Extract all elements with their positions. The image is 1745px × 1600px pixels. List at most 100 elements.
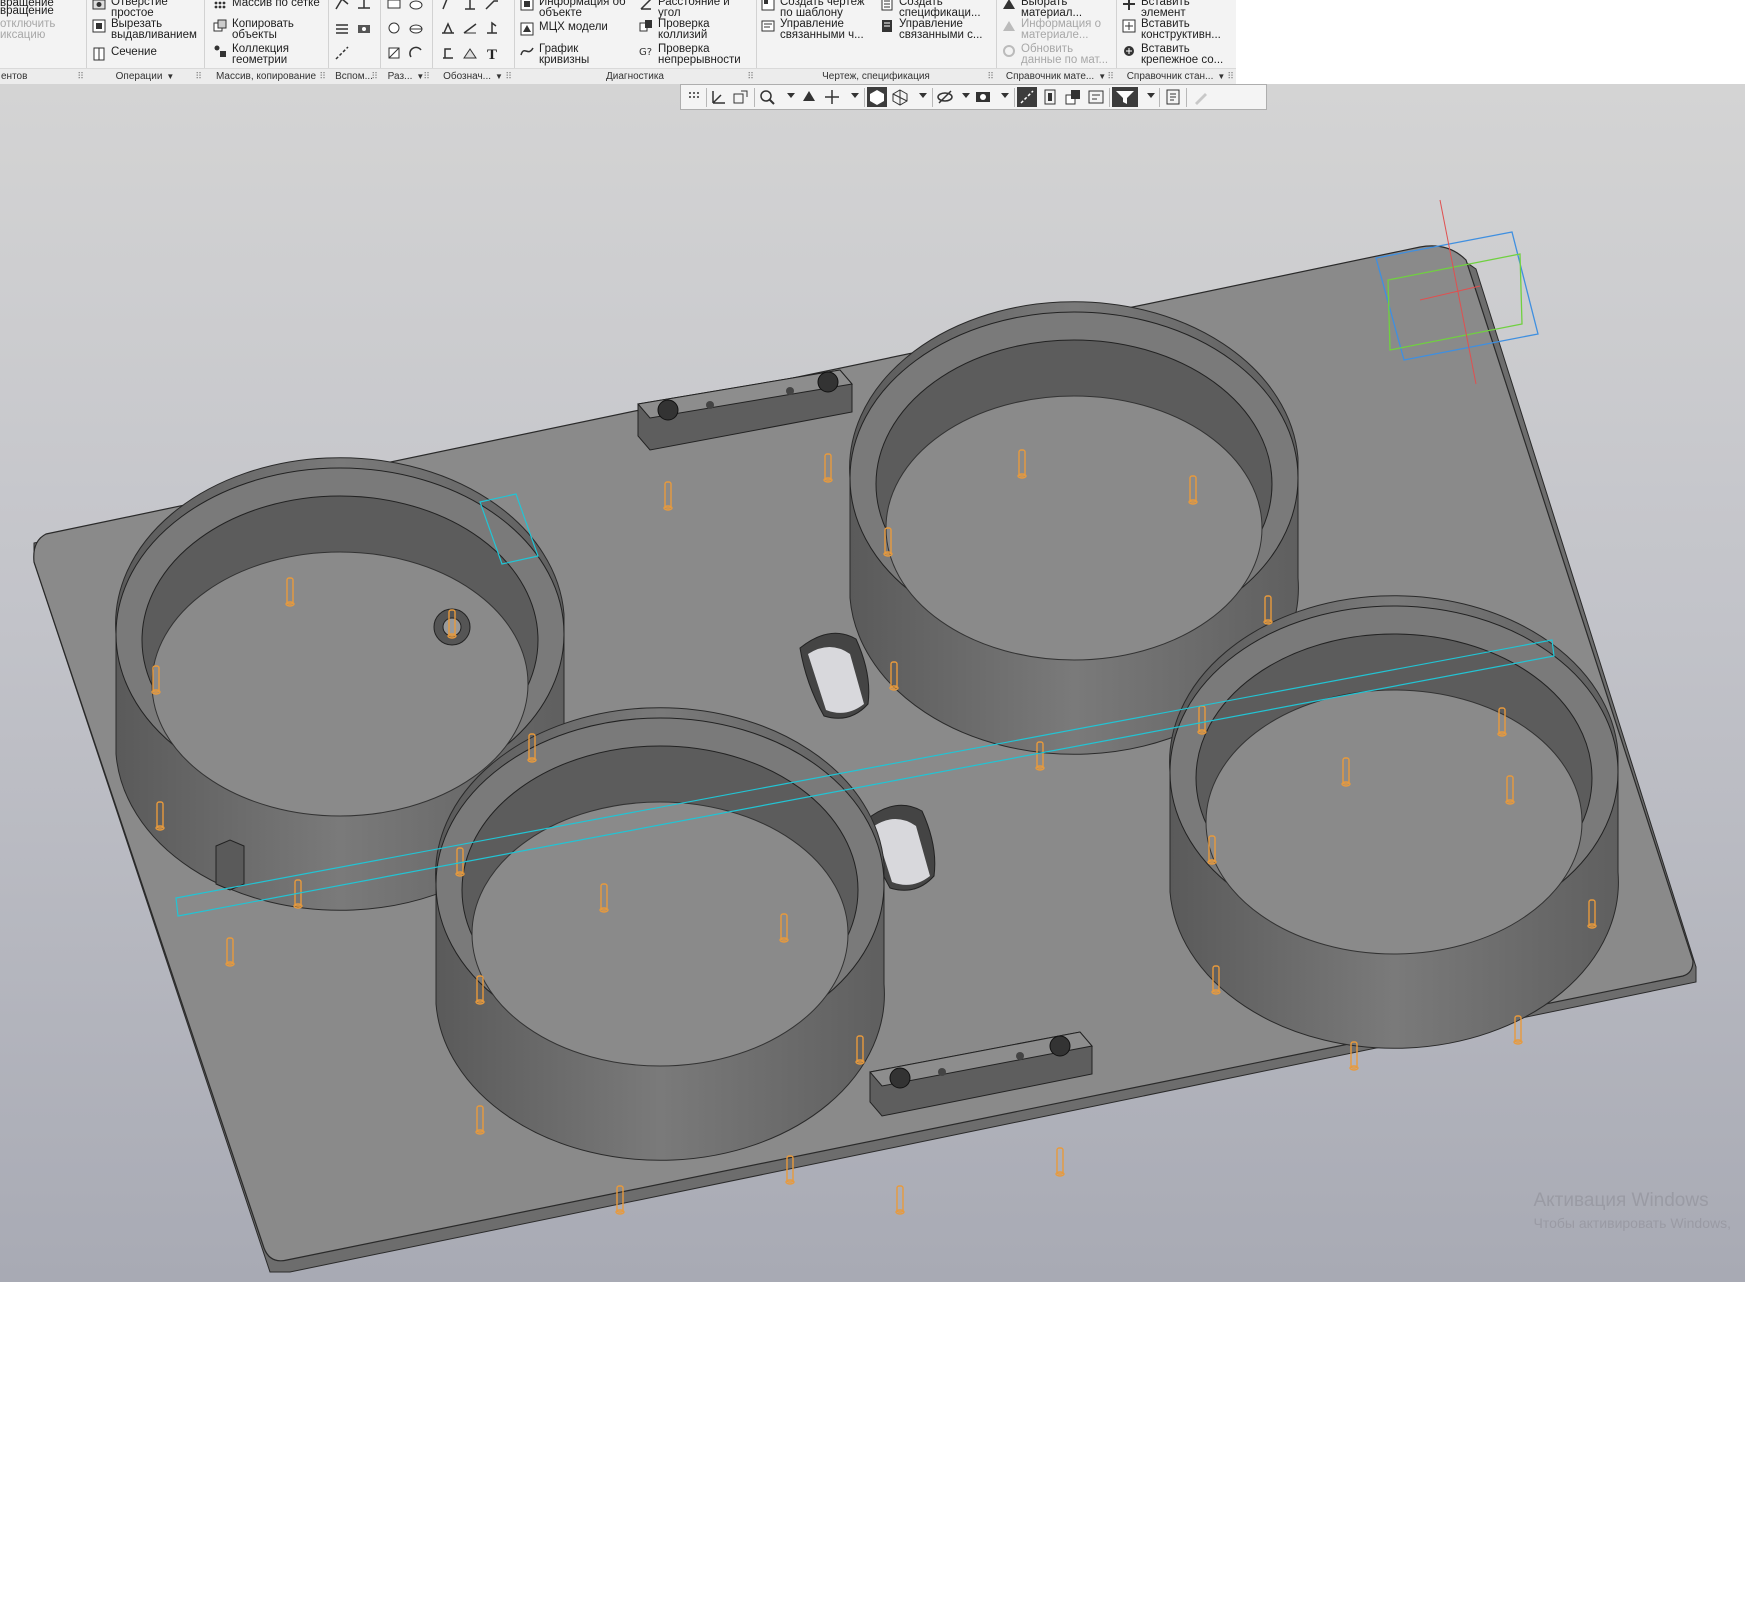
pin[interactable] xyxy=(895,1185,905,1215)
filter-icon[interactable] xyxy=(1112,87,1138,107)
ribbon-group-array: Массив по сетке Копировать объекты Колле… xyxy=(204,0,329,84)
ribbon-group-designations: T Обознач... ▼ ⠿ xyxy=(432,0,515,84)
ring-bottom-left[interactable] xyxy=(435,707,885,1161)
copy-icon xyxy=(213,19,227,32)
material-icon xyxy=(1003,0,1015,9)
update-material-icon xyxy=(1003,45,1015,57)
linked-specs-icon xyxy=(882,20,892,32)
grid-array-icon xyxy=(214,1,226,9)
ribbon-group-label: ентов ⠿ xyxy=(0,68,86,84)
mass-icon xyxy=(520,22,534,36)
pin[interactable] xyxy=(1055,1147,1065,1177)
curvature-icon xyxy=(520,47,534,56)
rotate-icon[interactable] xyxy=(799,87,819,107)
ribbon-empty-area xyxy=(1236,0,1745,84)
aux-line-icon[interactable] xyxy=(356,0,372,12)
watermark-subtitle: Чтобы активировать Windows, xyxy=(1533,1215,1731,1231)
ribbon-group-label[interactable]: Раз... ▼ ⠿ xyxy=(380,68,432,84)
ribbon-group-label[interactable]: Справочник мате... ▼ ⠿ xyxy=(996,68,1116,84)
dim-radial-icon[interactable] xyxy=(408,0,424,12)
tolerance-icon[interactable] xyxy=(440,20,456,36)
pan-dropdown-icon[interactable] xyxy=(851,93,859,98)
ribbon-group-label: Вспом... ⠿ xyxy=(328,68,380,84)
collection-icon xyxy=(214,45,226,57)
leader-icon[interactable] xyxy=(484,0,500,12)
dim-arc-icon[interactable] xyxy=(408,45,424,61)
toolbar-separator xyxy=(1014,88,1015,107)
zoom-dropdown-icon[interactable] xyxy=(787,93,795,98)
mark-icon[interactable] xyxy=(484,20,500,36)
ribbon-group-label: Массив, копирование ⠿ xyxy=(204,68,328,84)
filter-dropdown-icon[interactable] xyxy=(1147,93,1155,98)
ring-bottom-right[interactable] xyxy=(1169,595,1619,1049)
svg-text:G?: G? xyxy=(639,47,652,58)
material-info-icon xyxy=(1003,21,1015,31)
ribbon-group-label[interactable]: Операции ▼ ⠿ xyxy=(86,68,204,84)
windows-activation-watermark: Активация Windows Чтобы активировать Win… xyxy=(1533,1190,1731,1234)
toolbar-separator xyxy=(932,88,933,107)
display-icon[interactable] xyxy=(1086,87,1106,107)
dim-auto-icon[interactable] xyxy=(386,45,402,61)
toolbar-separator xyxy=(1109,88,1110,107)
hole-icon xyxy=(92,0,106,10)
text-icon[interactable]: T xyxy=(484,45,500,61)
ribbon-group-operations: Отверстие простое Вырезать выдавливанием… xyxy=(86,0,205,84)
svg-text:T: T xyxy=(487,47,497,61)
toolbar-separator xyxy=(1186,88,1187,107)
aux-axis-icon[interactable] xyxy=(334,45,350,61)
layers-icon[interactable] xyxy=(1063,87,1083,107)
3d-viewport[interactable]: Активация Windows Чтобы активировать Win… xyxy=(0,84,1745,1282)
hex-standoff[interactable] xyxy=(215,839,245,891)
view-camera-icon[interactable] xyxy=(973,87,993,107)
grid-icon[interactable] xyxy=(684,87,704,107)
aux-point-icon[interactable] xyxy=(334,0,350,12)
dim-linear-icon[interactable] xyxy=(386,0,402,12)
base-icon[interactable] xyxy=(462,0,478,12)
snap-icon[interactable] xyxy=(1017,87,1037,107)
pan-icon[interactable] xyxy=(822,87,842,107)
orient-select-icon[interactable] xyxy=(731,87,751,107)
section-icon[interactable] xyxy=(1040,87,1060,107)
view-toolbar xyxy=(680,84,1267,110)
hide-dropdown-icon[interactable] xyxy=(962,93,970,98)
dim-angle-icon[interactable] xyxy=(386,20,402,36)
toolbar-separator xyxy=(1159,88,1160,107)
ribbon-group-label[interactable]: Обознач... ▼ ⠿ xyxy=(432,68,514,84)
toolbar-separator xyxy=(754,88,755,107)
camera-dropdown-icon[interactable] xyxy=(1001,93,1009,98)
roughness-icon[interactable] xyxy=(440,0,456,12)
ribbon-group-elements: вращение вращение отключить иксацию енто… xyxy=(0,0,87,84)
insert-structural-icon xyxy=(1122,19,1136,33)
position-icon[interactable] xyxy=(440,45,456,61)
ribbon-group-label[interactable]: Справочник стан... ▼ ⠿ xyxy=(1116,68,1236,84)
hide-icon[interactable] xyxy=(935,87,955,107)
zoom-icon[interactable] xyxy=(757,87,777,107)
toolbar-separator xyxy=(706,88,707,107)
model-view[interactable] xyxy=(0,84,1745,1282)
ribbon-group-label: Диагностика ⠿ xyxy=(514,68,756,84)
insert-fastener-icon xyxy=(1124,46,1134,56)
section-icon xyxy=(93,47,105,61)
aux-plane-icon[interactable] xyxy=(334,20,350,36)
shaded-edges-icon[interactable] xyxy=(867,87,887,107)
display-mode-dropdown-icon[interactable] xyxy=(919,93,927,98)
pencil-icon[interactable] xyxy=(1191,87,1211,107)
weld-icon[interactable] xyxy=(462,20,478,36)
dim-diameter-icon[interactable] xyxy=(408,20,424,36)
ribbon-group-materials: Выбрать материал... Информация о материа… xyxy=(996,0,1117,84)
surface-icon[interactable] xyxy=(462,45,478,61)
ribbon-toolbar: вращение вращение отключить иксацию енто… xyxy=(0,0,1236,85)
ribbon-group-aux: Вспом... ⠿ xyxy=(328,0,381,84)
orient-icon[interactable] xyxy=(709,87,729,107)
ribbon-group-drawing-spec: Создать чертеж по шаблону Управление свя… xyxy=(756,0,997,84)
toolbar-separator xyxy=(864,88,865,107)
properties-icon[interactable] xyxy=(1163,87,1183,107)
ribbon-group-label: Чертеж, спецификация ⠿ xyxy=(756,68,996,84)
collision-icon xyxy=(639,20,652,32)
aux-camera-icon[interactable] xyxy=(356,20,372,36)
info-icon xyxy=(520,0,534,11)
linked-drawings-icon xyxy=(761,20,775,32)
ribbon-group-standard-parts: Вставить элемент Вставить конструктивн..… xyxy=(1116,0,1236,84)
wireframe-icon[interactable] xyxy=(890,87,910,107)
ribbon-group-diagnostics: Информация об объекте МЦХ модели График … xyxy=(514,0,757,84)
